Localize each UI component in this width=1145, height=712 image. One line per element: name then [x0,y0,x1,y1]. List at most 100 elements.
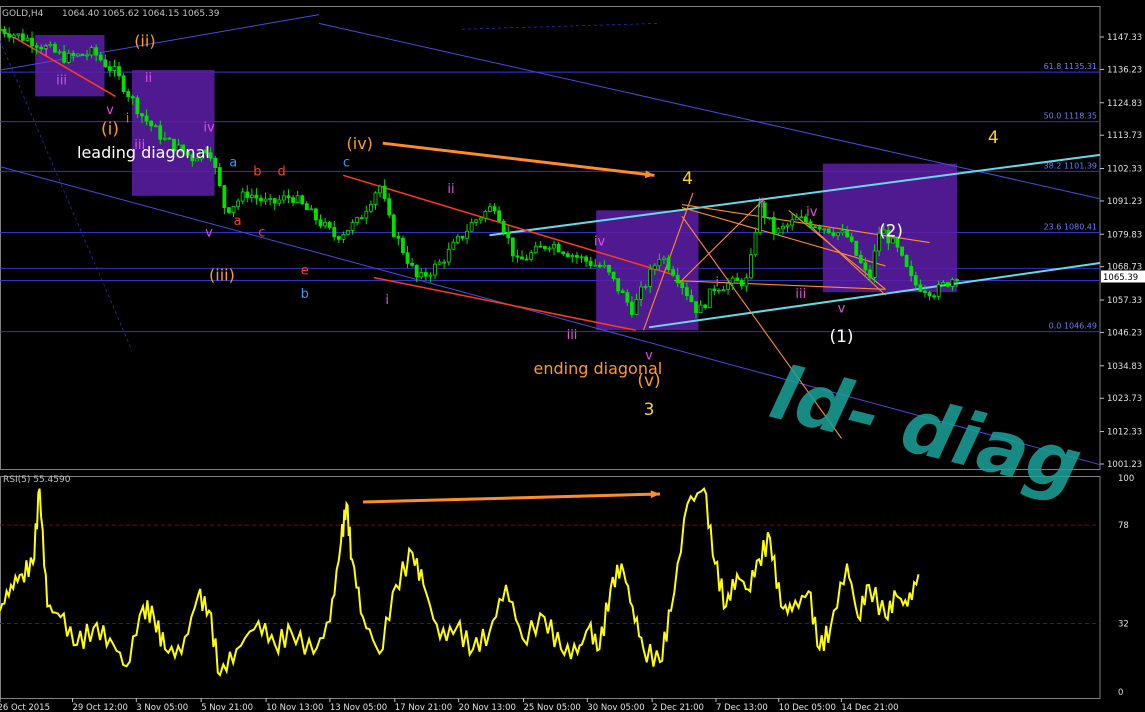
candle-body [945,282,950,287]
wave-label: iv [203,120,215,135]
candle-body [918,284,923,292]
candle-body [836,232,840,237]
candle-body [158,125,163,140]
candle-body [703,304,708,309]
x-tick-label: 2 Dec 21:00 [652,703,704,712]
wave-label: iii [134,138,145,153]
candle-body [39,46,44,50]
x-tick-label: 5 Nov 21:00 [201,703,253,712]
candle-body [20,33,25,41]
candle-body [858,254,863,264]
candle-body [240,191,245,202]
candle-body [350,222,355,231]
candle-body [616,278,621,292]
candle-body [268,198,273,200]
candle-body [913,275,918,286]
wave-label: i [44,45,48,60]
candle-body [295,195,300,203]
wave-label: ii [447,182,454,197]
candle-body [675,274,680,283]
candle-body [149,120,154,127]
candle-body [588,260,593,267]
wave-label: 4 [682,169,693,189]
candle-body [662,257,666,260]
candle-body [236,200,241,207]
candle-body [689,295,694,303]
candle-body [584,256,589,262]
x-tick-label: 25 Nov 05:00 [524,703,581,712]
candle-body [396,236,401,239]
fib-level-label: 61.8 1135.31 [1044,62,1097,71]
candle-body [868,269,872,278]
candle-body [593,264,598,267]
candle-body [167,137,172,140]
candle-body [314,208,318,221]
candle-body [753,231,758,256]
candle-body [767,217,772,219]
candle-body [506,232,511,239]
candle-body [478,217,483,221]
fib-level-label: 38.2 1101.39 [1044,161,1097,170]
candle-body [932,295,937,298]
candle-body [730,277,735,284]
y-tick-label: 1102.33 [1107,165,1142,175]
candle-body [53,44,57,53]
candle-body [103,59,108,68]
candle-body [98,54,103,61]
candle-body [629,301,634,315]
candle-body [817,226,822,230]
candle-body [474,219,479,223]
candle-body [488,206,492,212]
ohlc-header: 1064.40 1065.62 1064.15 1065.39 [62,9,220,19]
wave-label: e [301,264,309,279]
candle-body [625,292,630,303]
candle-body [2,28,7,35]
candle-body [382,185,387,200]
candle-body [845,230,850,238]
candle-body [423,272,428,277]
rsi-y-tick-label: 100 [1118,474,1134,484]
candle-body [726,282,730,291]
candle-body [547,247,552,250]
candle-body [401,237,405,254]
y-tick-label: 1124.83 [1107,99,1142,109]
candle-body [112,66,117,71]
wave-label: v [645,348,653,363]
y-tick-label: 1012.33 [1107,428,1142,438]
candle-body [863,262,868,271]
candle-body [428,274,433,277]
candle-body [16,33,21,36]
wave-label: 3 [644,400,655,420]
candle-body [666,257,671,270]
wave-label: c [343,156,350,171]
candle-body [497,210,502,222]
wave-label: 4 [988,128,999,148]
candle-body [501,220,506,233]
candle-body [515,255,520,258]
candle-body [455,235,460,243]
candle-body [121,75,126,92]
candle-body [433,263,437,276]
candle-body [300,195,305,205]
fib-level-label: 50.0 1118.35 [1044,112,1097,121]
candle-body [135,97,140,115]
candle-body [561,251,566,255]
candle-body [831,232,836,237]
candle-body [607,264,611,273]
y-tick-label: 1091.23 [1107,197,1142,207]
wave-label: a [234,214,242,229]
candle-body [130,96,135,99]
candle-body [900,246,904,256]
candle-body [923,290,927,293]
wave-label: (iv) [347,134,373,153]
candle-body [941,282,946,286]
candle-body [140,113,144,117]
candle-body [744,277,749,287]
mt4-chart[interactable]: 61.8 1135.31 50.0 1118.35 38.2 1101.39 23.6… [0,0,1145,712]
candle-body [538,245,543,248]
wave-label: ii [758,196,765,211]
wave-label: b [253,164,261,179]
candle-body [639,286,643,300]
x-tick-label: 7 Dec 13:00 [716,703,768,712]
x-tick-label: 10 Nov 13:00 [266,703,323,712]
